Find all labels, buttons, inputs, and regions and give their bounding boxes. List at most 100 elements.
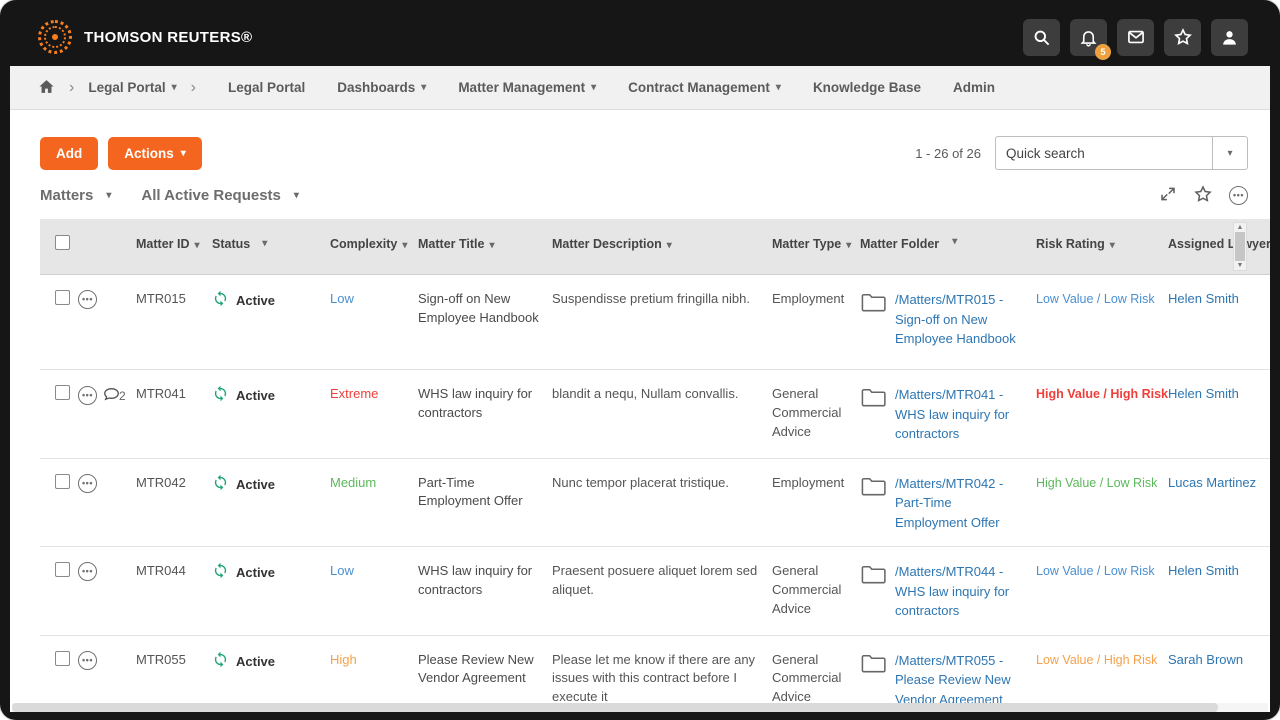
- column-complexity[interactable]: Complexity▾: [330, 219, 418, 268]
- result-range: 1 - 26 of 26: [915, 146, 981, 161]
- column-label: Assigned Lawyer: [1168, 237, 1270, 251]
- search-button[interactable]: [1023, 19, 1060, 56]
- column-matter-title[interactable]: Matter Title▾: [418, 219, 552, 268]
- row-more-button[interactable]: •••: [78, 474, 97, 493]
- row-more-button[interactable]: •••: [78, 651, 97, 670]
- bell-icon: [1079, 28, 1098, 47]
- expand-view-button[interactable]: [1159, 185, 1177, 206]
- matter-folder-link[interactable]: /Matters/MTR044 - WHS law inquiry for co…: [895, 562, 1024, 621]
- navbar: › Legal Portal ▾ › Legal Portal Dashboar…: [10, 66, 1270, 110]
- favorite-view-button[interactable]: [1193, 184, 1213, 207]
- search-options-button[interactable]: ▾: [1213, 136, 1248, 170]
- profile-button[interactable]: [1211, 19, 1248, 56]
- view-selector[interactable]: All Active Requests ▾: [141, 187, 299, 204]
- table-header-row: Matter ID▾ Status▾ Complexity▾ Matter Ti…: [40, 219, 1270, 275]
- home-icon: [38, 78, 55, 98]
- sheet-selector[interactable]: Matters ▾: [40, 187, 111, 204]
- row-more-button[interactable]: •••: [78, 290, 97, 309]
- column-matter-type[interactable]: Matter Type▾: [772, 219, 860, 268]
- row-checkbox[interactable]: [55, 562, 70, 577]
- column-label: Risk Rating: [1036, 237, 1105, 251]
- brand[interactable]: THOMSON REUTERS®: [38, 20, 252, 54]
- star-outline-icon: [1193, 184, 1213, 207]
- column-label: Complexity: [330, 237, 397, 251]
- matter-folder-link[interactable]: /Matters/MTR041 - WHS law inquiry for co…: [895, 385, 1024, 444]
- assigned-person-link[interactable]: Lucas Martinez: [1168, 475, 1256, 490]
- row-more-button[interactable]: •••: [78, 562, 97, 581]
- tab-contract-management[interactable]: Contract Management ▾: [628, 80, 781, 95]
- table-vertical-scrollbar[interactable]: ▲ ▼: [1233, 222, 1247, 271]
- window-frame: THOMSON REUTERS® 5: [0, 0, 1280, 720]
- caret-down-icon: ▾: [776, 82, 781, 93]
- matter-folder-link[interactable]: /Matters/MTR055 - Please Review New Vend…: [895, 651, 1024, 710]
- column-matter-folder[interactable]: Matter Folder▾: [860, 219, 1036, 267]
- horizontal-scrollbar[interactable]: [12, 703, 1268, 712]
- column-label: Matter Type: [772, 237, 841, 251]
- matter-type: Employment: [772, 459, 860, 507]
- risk-rating: Low Value / Low Risk: [1036, 547, 1168, 594]
- matter-title: Part-Time Employment Offer: [418, 459, 552, 526]
- complexity: Low: [330, 275, 418, 323]
- table-row: ••• MTR015 Active Low Sign-off on New Em…: [40, 275, 1270, 370]
- sort-caret-icon: ▾: [667, 240, 672, 251]
- matter-id: MTR042: [136, 459, 212, 507]
- matter-description: Please let me know if there are any issu…: [552, 636, 772, 713]
- assigned-person-link[interactable]: Helen Smith: [1168, 563, 1239, 578]
- matters-table: Matter ID▾ Status▾ Complexity▾ Matter Ti…: [40, 219, 1270, 712]
- column-matter-description[interactable]: Matter Description▾: [552, 219, 772, 268]
- table-row: ••• MTR042 Active Medium Part-Time Emplo…: [40, 459, 1270, 548]
- more-icon: •••: [78, 290, 97, 309]
- column-matter-id[interactable]: Matter ID▾: [136, 219, 212, 268]
- more-options-button[interactable]: •••: [1229, 186, 1248, 205]
- breadcrumb-chevron-icon: ›: [69, 79, 74, 97]
- column-risk-rating[interactable]: Risk Rating▾: [1036, 219, 1168, 268]
- row-checkbox[interactable]: [55, 385, 70, 400]
- horizontal-scrollbar-thumb[interactable]: [12, 703, 1218, 712]
- tab-dashboards[interactable]: Dashboards ▾: [337, 80, 426, 95]
- app-header: THOMSON REUTERS® 5: [10, 8, 1270, 66]
- actions-button[interactable]: Actions ▾: [108, 137, 202, 170]
- tab-matter-management[interactable]: Matter Management ▾: [458, 80, 596, 95]
- matter-type: General Commercial Advice: [772, 636, 860, 713]
- folder-icon: [860, 651, 887, 710]
- comments-button[interactable]: 2: [102, 385, 126, 406]
- matter-description: Praesent posuere aliquet lorem sed aliqu…: [552, 547, 772, 614]
- column-assigned[interactable]: Assigned Lawyer: [1168, 219, 1270, 267]
- caret-down-icon: ▾: [172, 82, 177, 93]
- folder-icon: [860, 385, 887, 444]
- tab-knowledge-base[interactable]: Knowledge Base: [813, 80, 921, 95]
- scrollbar-thumb[interactable]: [1235, 232, 1245, 261]
- scroll-up-icon[interactable]: ▲: [1237, 224, 1244, 231]
- quick-search-input[interactable]: [995, 136, 1213, 170]
- notification-badge: 5: [1095, 44, 1111, 60]
- user-icon: [1220, 28, 1239, 47]
- column-status[interactable]: Status▾: [212, 219, 330, 267]
- status-active-icon: [212, 562, 229, 585]
- row-checkbox[interactable]: [55, 290, 70, 305]
- notifications-button[interactable]: 5: [1070, 19, 1107, 56]
- row-checkbox[interactable]: [55, 474, 70, 489]
- assigned-person-link[interactable]: Helen Smith: [1168, 291, 1239, 306]
- tab-admin[interactable]: Admin: [953, 80, 995, 95]
- matter-description: blandit a nequ, Nullam convallis.: [552, 370, 772, 418]
- matter-folder-link[interactable]: /Matters/MTR015 - Sign-off on New Employ…: [895, 290, 1024, 349]
- select-all-checkbox[interactable]: [55, 235, 70, 250]
- breadcrumb-legal-portal[interactable]: Legal Portal ▾: [88, 80, 176, 95]
- favorites-button[interactable]: [1164, 19, 1201, 56]
- assigned-person-link[interactable]: Sarah Brown: [1168, 652, 1243, 667]
- home-button[interactable]: [38, 78, 55, 98]
- tab-label: Legal Portal: [228, 80, 305, 95]
- row-more-button[interactable]: •••: [78, 386, 97, 405]
- caret-down-icon: ▾: [181, 148, 186, 159]
- messages-button[interactable]: [1117, 19, 1154, 56]
- table-row: ••• MTR055 Active High Please Review New…: [40, 636, 1270, 713]
- row-checkbox[interactable]: [55, 651, 70, 666]
- assigned-person-link[interactable]: Helen Smith: [1168, 386, 1239, 401]
- view-selector-row: Matters ▾ All Active Requests ▾: [10, 170, 1270, 207]
- matter-folder-link[interactable]: /Matters/MTR042 - Part-Time Employment O…: [895, 474, 1024, 533]
- tab-legal-portal[interactable]: Legal Portal: [228, 80, 305, 95]
- add-button[interactable]: Add: [40, 137, 98, 170]
- tab-label: Matter Management: [458, 80, 585, 95]
- caret-down-icon: ▾: [106, 190, 111, 201]
- scroll-down-icon[interactable]: ▼: [1237, 262, 1244, 269]
